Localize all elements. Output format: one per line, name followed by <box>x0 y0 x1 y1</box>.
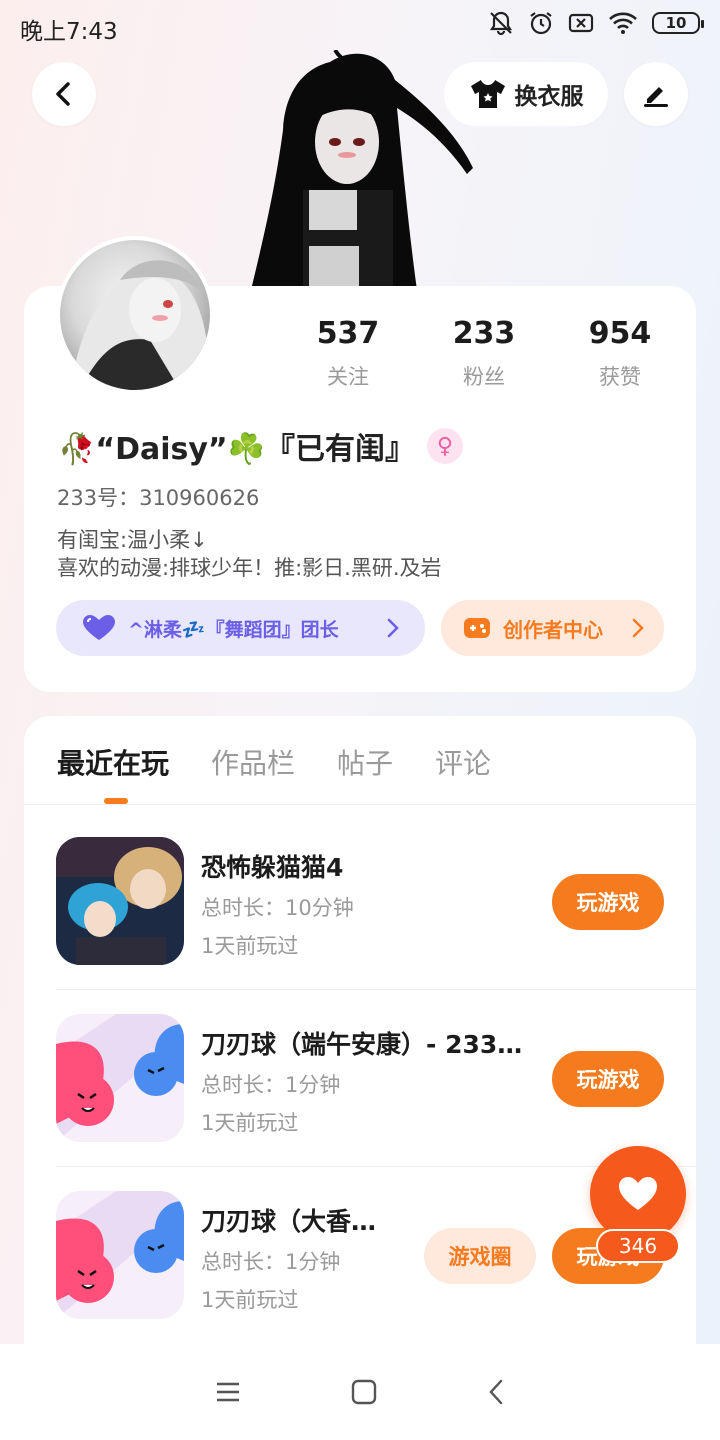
game-icon-blade-ball[interactable] <box>56 1014 184 1142</box>
game-last-played: 1天前玩过 <box>201 934 299 958</box>
status-icons: 10 <box>488 10 704 36</box>
play-game-button[interactable]: 玩游戏 <box>552 1051 664 1107</box>
divider <box>24 804 696 805</box>
mute-bell-icon <box>489 11 513 36</box>
heart-club-icon <box>83 615 115 640</box>
followers-label: 粉丝 <box>463 365 505 389</box>
game-title[interactable]: 恐怖躲猫猫4 <box>201 848 343 884</box>
game-art <box>56 837 184 965</box>
game-last-played: 1天前玩过 <box>201 1111 299 1135</box>
back-button[interactable] <box>32 62 96 126</box>
game-circle-button[interactable]: 游戏圈 <box>424 1228 536 1284</box>
followers-count: 233 <box>452 316 516 351</box>
bio-line: 有闺宝:温小柔↓ <box>57 528 208 552</box>
edit-profile-button[interactable] <box>624 62 688 126</box>
game-duration: 总时长：1分钟 <box>201 1250 341 1274</box>
play-game-button[interactable]: 玩游戏 <box>552 874 664 930</box>
game-art <box>56 1191 184 1319</box>
club-label: ^淋柔💤『舞蹈团』团长 <box>128 618 339 641</box>
avatar-art <box>70 260 210 390</box>
female-gender-icon: ♀ <box>426 428 463 464</box>
home-icon[interactable] <box>351 1379 377 1405</box>
tab-comments[interactable]: 评论 <box>435 742 491 782</box>
club-button[interactable]: ^淋柔💤『舞蹈团』团长 <box>56 600 425 656</box>
like-button[interactable] <box>590 1146 686 1242</box>
user-id: 233号：310960626 <box>57 486 260 510</box>
back-nav-icon[interactable] <box>487 1378 505 1406</box>
game-duration: 总时长：1分钟 <box>201 1073 341 1097</box>
chevron-right-icon <box>387 618 399 638</box>
heart-icon <box>619 1177 657 1210</box>
game-last-played: 1天前玩过 <box>201 1288 299 1312</box>
username-row: 🥀“Daisy”☘️『已有闺』 ♀ <box>58 424 463 468</box>
change-outfit-label: 换衣服 <box>514 84 584 110</box>
avatar[interactable] <box>56 236 214 394</box>
following-count: 537 <box>316 316 380 351</box>
divider <box>56 989 696 990</box>
stat-likes[interactable]: 954 获赞 <box>565 316 675 391</box>
game-icon-blade-ball[interactable] <box>56 1191 184 1319</box>
stat-followers[interactable]: 233 粉丝 <box>429 316 539 391</box>
like-count-badge: 346 <box>596 1229 680 1263</box>
bio-line: 喜欢的动漫:排球少年！推:影日.黑研.及岩 <box>57 556 442 580</box>
sim-off-icon <box>568 13 594 33</box>
battery-indicator: 10 <box>652 12 704 34</box>
menu-icon[interactable] <box>215 1381 241 1403</box>
chevron-right-icon <box>632 618 644 638</box>
username: 🥀“Daisy”☘️『已有闺』 <box>58 432 415 467</box>
tab-bar: 最近在玩 作品栏 帖子 评论 <box>57 742 491 782</box>
game-art <box>56 1014 184 1142</box>
likes-label: 获赞 <box>599 365 641 389</box>
chevron-left-icon <box>56 82 70 106</box>
gamepad-icon <box>464 618 490 638</box>
creator-center-button[interactable]: 创作者中心 <box>441 600 664 656</box>
edit-pen-icon <box>644 87 668 107</box>
creator-center-label: 创作者中心 <box>503 617 603 642</box>
following-label: 关注 <box>327 365 369 389</box>
wifi-icon <box>609 12 637 34</box>
likes-count: 954 <box>588 316 652 351</box>
game-title[interactable]: 刀刃球（大香… <box>201 1202 376 1238</box>
game-title[interactable]: 刀刃球（端午安康）- 233… <box>201 1025 522 1061</box>
status-time: 晚上7:43 <box>20 19 118 45</box>
alarm-icon <box>530 12 552 35</box>
bio: 有闺宝:温小柔↓ 喜欢的动漫:排球少年！推:影日.黑研.及岩 <box>57 526 442 582</box>
character-figure[interactable] <box>245 50 475 290</box>
system-nav-bar <box>0 1344 720 1440</box>
tab-works[interactable]: 作品栏 <box>211 742 295 782</box>
stat-following[interactable]: 537 关注 <box>293 316 403 391</box>
game-duration: 总时长：10分钟 <box>201 896 354 920</box>
game-icon-hide-and-seek[interactable] <box>56 837 184 965</box>
tab-recently-played[interactable]: 最近在玩 <box>57 742 169 782</box>
tab-posts[interactable]: 帖子 <box>337 742 393 782</box>
